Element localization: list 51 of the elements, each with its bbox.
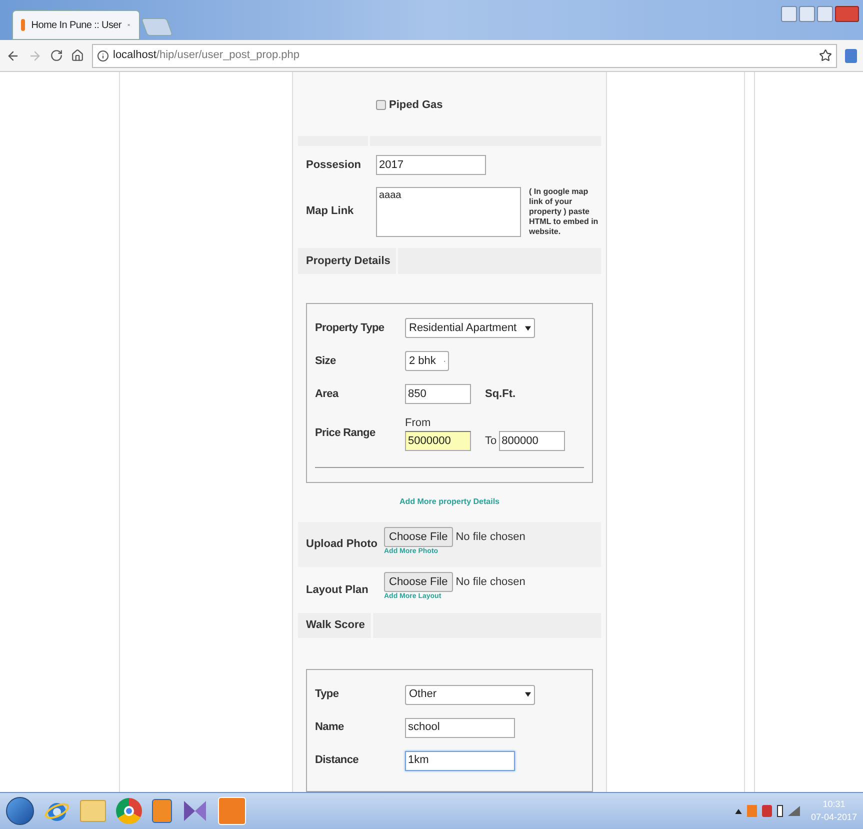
text-input[interactable]: school [405, 718, 515, 738]
hint-text: ( In google map link of your property ) paste HTML to embed in website. [529, 186, 600, 237]
field-label: Distance [315, 753, 360, 768]
new-tab-button[interactable] [140, 18, 174, 36]
select-field[interactable]: Other [405, 684, 535, 704]
text-input[interactable]: 2017 [376, 155, 486, 176]
field-label: Size [315, 354, 337, 369]
field-label: Name [315, 720, 345, 736]
field-label: Possesion [305, 158, 362, 173]
start-orb-icon[interactable] [6, 797, 34, 825]
field-label: Layout Plan [306, 582, 368, 598]
field-label: Upload Photo [306, 537, 378, 552]
field-label: Area [315, 386, 340, 402]
info-icon [97, 50, 109, 62]
tray-arrow-icon[interactable] [734, 808, 742, 814]
to-label: To [485, 434, 497, 449]
checkbox-label: Piped Gas [389, 98, 443, 113]
url-text: localhost/hip/user/user_post_prop.php [113, 48, 300, 64]
file-status: No file chosen [456, 530, 526, 545]
text-input[interactable]: 1km [405, 750, 515, 770]
field-label: Property Type [315, 320, 386, 336]
bowtie-icon[interactable] [182, 798, 208, 824]
clock-date: 07-04-2017 [810, 811, 857, 824]
section-title: Walk Score [306, 618, 365, 634]
tab-title: Home In Pune :: User [31, 18, 122, 32]
file-status: No file chosen [456, 575, 526, 590]
address-bar[interactable]: localhost/hip/user/user_post_prop.php [92, 44, 837, 68]
reload-icon[interactable] [50, 49, 63, 62]
choose-file-button[interactable]: Choose File [384, 526, 453, 547]
from-label: From [405, 416, 432, 431]
textarea-field[interactable]: aaaa [376, 186, 521, 237]
unit-label: Sq.Ft. [485, 386, 516, 402]
field-label: Type [315, 687, 340, 702]
clock-time: 10:31 [822, 798, 846, 810]
back-icon[interactable] [6, 48, 20, 62]
choose-file-button[interactable]: Choose File [384, 572, 453, 592]
home-icon[interactable] [71, 49, 84, 62]
star-icon[interactable] [819, 49, 832, 62]
text-input[interactable]: 850 [405, 384, 471, 404]
field-label: Map Link [305, 204, 355, 220]
select-field[interactable]: Residential Apartment [405, 318, 535, 338]
field-label: Price Range [315, 426, 376, 441]
text-input[interactable]: 5000000 [405, 431, 471, 452]
section-title: Property Details [306, 254, 390, 269]
browser-tab[interactable]: Home In Pune :: User [12, 10, 140, 40]
checkbox[interactable] [376, 100, 386, 110]
close-window-icon[interactable] [835, 6, 859, 22]
text-input[interactable]: 800000 [498, 431, 565, 452]
forward-icon[interactable] [28, 48, 42, 62]
chrome-icon[interactable] [116, 798, 142, 824]
select-field[interactable]: 2 bhk [405, 351, 449, 372]
